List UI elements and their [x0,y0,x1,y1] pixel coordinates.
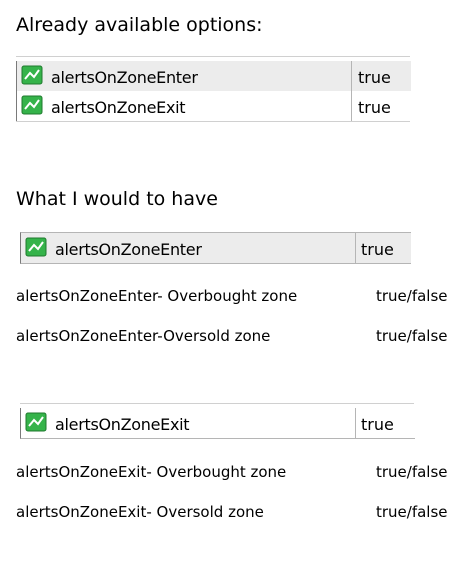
param-row-alerts-on-zone-exit[interactable]: alertsOnZoneExit true [21,408,415,438]
param-name: alertsOnZoneExit [51,98,186,117]
existing-options-heading: Already available options: [16,14,263,36]
param-row-alerts-on-zone-enter[interactable]: alertsOnZoneEnter true [21,233,411,263]
column-divider [351,61,352,91]
param-value[interactable]: true [361,415,394,434]
table-bottom-border [16,121,410,122]
enter-oversold-value: true/false [376,327,448,345]
table-top-border [20,403,414,404]
param-value[interactable]: true [361,240,394,259]
input-parameter-icon [21,95,43,115]
column-divider [351,91,352,121]
desired-enter-table: alertsOnZoneEnter true [20,232,411,264]
enter-overbought-label: alertsOnZoneEnter- Overbought zone [16,287,298,305]
column-divider [355,233,356,263]
desired-options-heading: What I would to have [16,188,218,210]
exit-overbought-label: alertsOnZoneExit- Overbought zone [16,463,287,481]
enter-overbought-value: true/false [376,287,448,305]
param-row-alerts-on-zone-exit[interactable]: alertsOnZoneExit true [17,91,411,121]
column-divider [355,408,356,438]
input-parameter-icon [21,65,43,85]
param-value[interactable]: true [358,98,391,117]
table-top-border [16,56,410,57]
enter-oversold-label: alertsOnZoneEnter-Oversold zone [16,327,271,345]
desired-exit-table: alertsOnZoneExit true [20,408,415,439]
param-name: alertsOnZoneExit [55,415,190,434]
param-row-alerts-on-zone-enter[interactable]: alertsOnZoneEnter true [17,61,411,91]
input-parameter-icon [25,412,47,432]
param-value[interactable]: true [358,68,391,87]
param-name: alertsOnZoneEnter [55,240,202,259]
existing-params-table: alertsOnZoneEnter true alertsOnZoneExit … [16,61,411,121]
exit-overbought-value: true/false [376,463,448,481]
param-name: alertsOnZoneEnter [51,68,198,87]
exit-oversold-value: true/false [376,503,448,521]
input-parameter-icon [25,237,47,257]
exit-oversold-label: alertsOnZoneExit- Oversold zone [16,503,264,521]
